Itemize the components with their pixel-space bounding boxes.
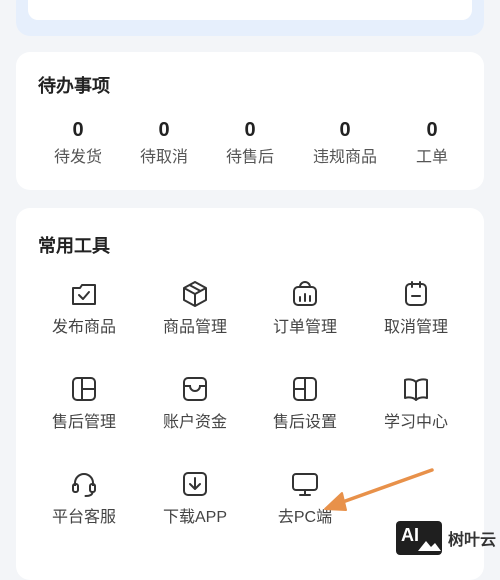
watermark-text: 树叶云 xyxy=(448,532,497,549)
tool-label: 账户资金 xyxy=(162,414,227,431)
todo-count: 0 xyxy=(244,119,256,141)
tool-label: 平台客服 xyxy=(51,509,116,526)
tool-label: 订单管理 xyxy=(272,319,337,336)
tool-download-app[interactable]: 下载APP xyxy=(140,470,250,528)
watermark: AI 树叶云 xyxy=(396,521,496,555)
book-icon xyxy=(404,378,428,401)
tool-after-sale-settings[interactable]: 售后设置 xyxy=(250,375,360,433)
tool-label: 去PC端 xyxy=(277,509,333,526)
order-icon xyxy=(293,281,317,306)
tools-title: 常用工具 xyxy=(38,236,110,256)
todo-item-work-order[interactable]: 0 工单 xyxy=(382,118,482,168)
tool-cancel-management[interactable]: 取消管理 xyxy=(361,280,471,338)
todo-label: 待售后 xyxy=(225,149,274,166)
todo-count: 0 xyxy=(72,119,84,141)
todo-label: 违规商品 xyxy=(312,149,377,166)
tool-label: 发布商品 xyxy=(51,319,116,336)
tool-publish-product[interactable]: 发布商品 xyxy=(29,280,139,338)
tool-platform-support[interactable]: 平台客服 xyxy=(29,470,139,528)
tool-order-management[interactable]: 订单管理 xyxy=(250,280,360,338)
tool-label: 售后设置 xyxy=(272,414,337,431)
after-sale-icon xyxy=(72,377,96,401)
todo-title: 待办事项 xyxy=(38,76,110,96)
box-icon xyxy=(183,281,207,307)
tool-label: 商品管理 xyxy=(162,319,227,336)
tool-go-to-pc[interactable]: 去PC端 xyxy=(250,470,360,528)
tool-label: 下载APP xyxy=(162,509,228,526)
download-icon xyxy=(183,472,207,496)
todo-count: 0 xyxy=(158,119,170,141)
todo-item-pending-cancel[interactable]: 0 待取消 xyxy=(114,118,214,168)
tool-label: 取消管理 xyxy=(383,319,448,336)
tool-learning-center[interactable]: 学习中心 xyxy=(361,375,471,433)
watermark-logo: AI xyxy=(396,521,442,555)
publish-icon xyxy=(72,284,96,305)
todo-label: 工单 xyxy=(415,149,448,166)
todo-item-pending-shipment[interactable]: 0 待发货 xyxy=(28,118,128,168)
todo-count: 0 xyxy=(426,119,438,141)
todo-item-pending-after-sale[interactable]: 0 待售后 xyxy=(200,118,300,168)
tool-label: 售后管理 xyxy=(51,414,116,431)
mountain-icon xyxy=(418,541,441,551)
tool-product-management[interactable]: 商品管理 xyxy=(140,280,250,338)
cancel-icon xyxy=(405,281,427,306)
tool-label: 学习中心 xyxy=(383,414,448,431)
todo-label: 待发货 xyxy=(53,149,102,166)
todo-label: 待取消 xyxy=(139,149,188,166)
top-card-inner xyxy=(28,0,472,20)
headset-icon xyxy=(72,473,96,497)
todo-count: 0 xyxy=(339,119,351,141)
top-card xyxy=(16,0,484,36)
monitor-icon xyxy=(292,473,318,496)
after-sale-settings-icon xyxy=(293,377,317,401)
wallet-icon xyxy=(183,377,207,401)
tool-after-sale-management[interactable]: 售后管理 xyxy=(29,375,139,433)
tool-account-funds[interactable]: 账户资金 xyxy=(140,375,250,433)
todo-card: 待办事项 0 待发货 0 待取消 0 待售后 0 违规商品 0 工单 xyxy=(16,52,484,190)
todo-item-violation-goods[interactable]: 0 违规商品 xyxy=(295,118,395,168)
